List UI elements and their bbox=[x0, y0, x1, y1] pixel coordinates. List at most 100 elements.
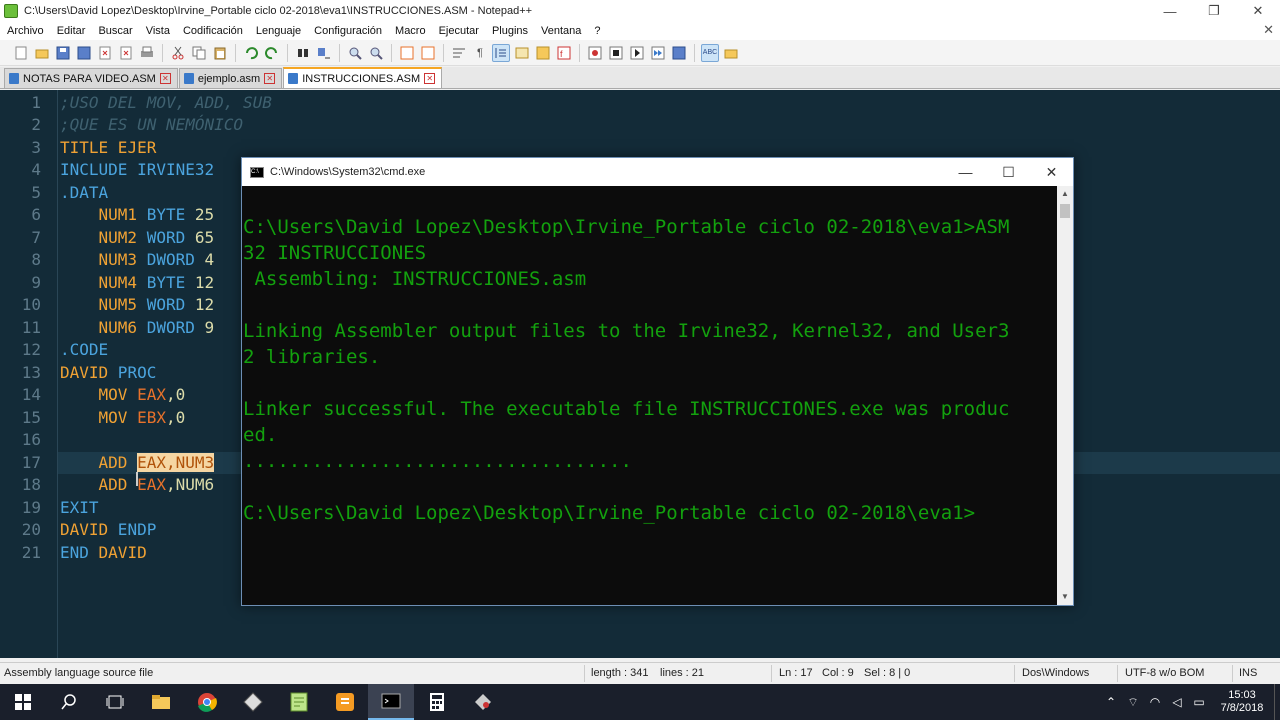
sync-vertical-icon[interactable] bbox=[398, 44, 416, 62]
redo-icon[interactable] bbox=[263, 44, 281, 62]
save-all-icon[interactable] bbox=[75, 44, 93, 62]
status-insert-mode[interactable]: INS bbox=[1239, 667, 1257, 679]
menu-buscar[interactable]: Buscar bbox=[91, 25, 138, 37]
scroll-down-icon[interactable]: ▼ bbox=[1057, 589, 1073, 605]
code-token: WORD bbox=[146, 228, 186, 247]
search-button[interactable] bbox=[46, 684, 92, 720]
find-icon[interactable] bbox=[294, 44, 312, 62]
word-wrap-icon[interactable] bbox=[450, 44, 468, 62]
open-file-icon[interactable] bbox=[33, 44, 51, 62]
cmd-maximize-button[interactable]: ☐ bbox=[987, 158, 1030, 186]
taskbar-chrome[interactable] bbox=[184, 684, 230, 720]
menu-configuracion[interactable]: Configuración bbox=[307, 25, 388, 37]
menu-codificacion[interactable]: Codificación bbox=[176, 25, 249, 37]
volume-icon[interactable]: ◁ bbox=[1166, 695, 1188, 709]
taskbar-cmd[interactable] bbox=[368, 684, 414, 720]
clock[interactable]: 15:03 7/8/2018 bbox=[1210, 689, 1274, 715]
taskbar-sublime[interactable] bbox=[322, 684, 368, 720]
taskbar-app-inkscape[interactable] bbox=[230, 684, 276, 720]
close-button[interactable]: ✕ bbox=[1236, 0, 1280, 22]
menu-macro[interactable]: Macro bbox=[388, 25, 432, 37]
user-language-icon[interactable] bbox=[513, 44, 531, 62]
task-view-button[interactable] bbox=[92, 684, 138, 720]
menu-vista[interactable]: Vista bbox=[139, 25, 176, 37]
show-hidden-icons-icon[interactable]: ⌃ bbox=[1100, 695, 1122, 709]
network-icon[interactable]: ⌔ bbox=[1122, 695, 1144, 710]
code-token: EJER bbox=[108, 138, 157, 157]
paste-icon[interactable] bbox=[211, 44, 229, 62]
cmd-scrollbar[interactable]: ▲ ▼ bbox=[1057, 186, 1073, 605]
stop-macro-icon[interactable] bbox=[607, 44, 625, 62]
function-list-icon[interactable]: f bbox=[555, 44, 573, 62]
cmd-console-output[interactable]: C:\Users\David Lopez\Desktop\Irvine_Port… bbox=[242, 186, 1057, 605]
toolbar-separator bbox=[287, 43, 288, 62]
line-number: 4 bbox=[31, 160, 41, 179]
cmd-icon bbox=[381, 693, 401, 709]
cmd-titlebar[interactable]: C:\ C:\Windows\System32\cmd.exe — ☐ ✕ bbox=[242, 158, 1073, 186]
record-macro-icon[interactable] bbox=[586, 44, 604, 62]
start-button[interactable] bbox=[0, 684, 46, 720]
indent-guide-icon[interactable] bbox=[492, 43, 510, 62]
menu-help[interactable]: ? bbox=[587, 25, 606, 37]
run-macro-multiple-icon[interactable] bbox=[649, 44, 667, 62]
taskbar-file-explorer[interactable] bbox=[138, 684, 184, 720]
save-macro-icon[interactable] bbox=[670, 44, 688, 62]
status-selection: Sel : 8 | 0 bbox=[864, 667, 911, 679]
wifi-icon[interactable]: ◠ bbox=[1144, 695, 1166, 709]
show-all-chars-icon[interactable]: ¶ bbox=[471, 44, 489, 62]
status-eol[interactable]: Dos\Windows bbox=[1022, 667, 1089, 679]
status-separator bbox=[584, 665, 585, 682]
replace-icon[interactable] bbox=[315, 44, 333, 62]
line-number-gutter[interactable]: 1 2 3 4 5 6 7 8 9 10 11 12 13 14 15 16 1… bbox=[0, 90, 58, 658]
menu-ventana[interactable]: Ventana bbox=[534, 25, 587, 37]
spellcheck-icon[interactable]: ABC bbox=[701, 43, 719, 62]
status-length: length : 341 bbox=[591, 667, 649, 679]
close-all-icon[interactable] bbox=[117, 44, 135, 62]
taskbar-calculator[interactable] bbox=[414, 684, 460, 720]
scroll-thumb[interactable] bbox=[1060, 204, 1070, 218]
undo-icon[interactable] bbox=[242, 44, 260, 62]
code-token: BYTE bbox=[146, 273, 186, 292]
new-file-icon[interactable] bbox=[12, 44, 30, 62]
scroll-up-icon[interactable]: ▲ bbox=[1057, 186, 1073, 202]
cmd-window[interactable]: C:\ C:\Windows\System32\cmd.exe — ☐ ✕ C:… bbox=[241, 157, 1074, 606]
cut-icon[interactable] bbox=[169, 44, 187, 62]
print-icon[interactable] bbox=[138, 44, 156, 62]
tab-notas-para-video[interactable]: NOTAS PARA VIDEO.ASM ✕ bbox=[4, 68, 178, 88]
taskbar-notepadpp[interactable] bbox=[276, 684, 322, 720]
sync-horizontal-icon[interactable] bbox=[419, 44, 437, 62]
cmd-close-button[interactable]: ✕ bbox=[1030, 158, 1073, 186]
minimize-button[interactable]: — bbox=[1148, 0, 1192, 22]
save-icon[interactable] bbox=[54, 44, 72, 62]
line-number: 15 bbox=[21, 408, 41, 427]
menu-plugins[interactable]: Plugins bbox=[485, 25, 534, 37]
play-macro-icon[interactable] bbox=[628, 44, 646, 62]
tab-ejemplo[interactable]: ejemplo.asm ✕ bbox=[178, 68, 283, 88]
code-token: 12 bbox=[185, 295, 215, 314]
maximize-button[interactable]: ❐ bbox=[1192, 0, 1236, 22]
line-number: 19 bbox=[21, 498, 41, 517]
cmd-minimize-button[interactable]: — bbox=[944, 158, 987, 186]
menu-archivo[interactable]: Archivo bbox=[0, 25, 50, 37]
close-file-icon[interactable] bbox=[96, 44, 114, 62]
chrome-icon bbox=[198, 693, 217, 712]
status-encoding[interactable]: UTF-8 w/o BOM bbox=[1125, 667, 1204, 679]
code-line: TITLE EJER bbox=[60, 138, 156, 157]
menu-ejecutar[interactable]: Ejecutar bbox=[432, 25, 485, 37]
doc-map-icon[interactable] bbox=[534, 44, 552, 62]
code-token: ,NUM3 bbox=[165, 453, 215, 472]
battery-icon[interactable]: ▭ bbox=[1188, 695, 1210, 709]
tab-instrucciones[interactable]: INSTRUCCIONES.ASM ✕ bbox=[283, 67, 443, 88]
tab-close-icon[interactable]: ✕ bbox=[159, 73, 171, 84]
tab-close-icon[interactable]: ✕ bbox=[264, 73, 276, 84]
copy-icon[interactable] bbox=[190, 44, 208, 62]
zoom-out-icon[interactable] bbox=[367, 44, 385, 62]
close-document-icon[interactable]: ✕ bbox=[1263, 22, 1274, 38]
show-desktop-button[interactable] bbox=[1274, 684, 1280, 720]
menu-lenguaje[interactable]: Lenguaje bbox=[249, 25, 307, 37]
taskbar-app-snipping[interactable] bbox=[460, 684, 506, 720]
tab-close-icon[interactable]: ✕ bbox=[424, 73, 436, 84]
plugin-icon[interactable] bbox=[722, 44, 740, 62]
zoom-in-icon[interactable] bbox=[346, 44, 364, 62]
menu-editar[interactable]: Editar bbox=[50, 25, 92, 37]
